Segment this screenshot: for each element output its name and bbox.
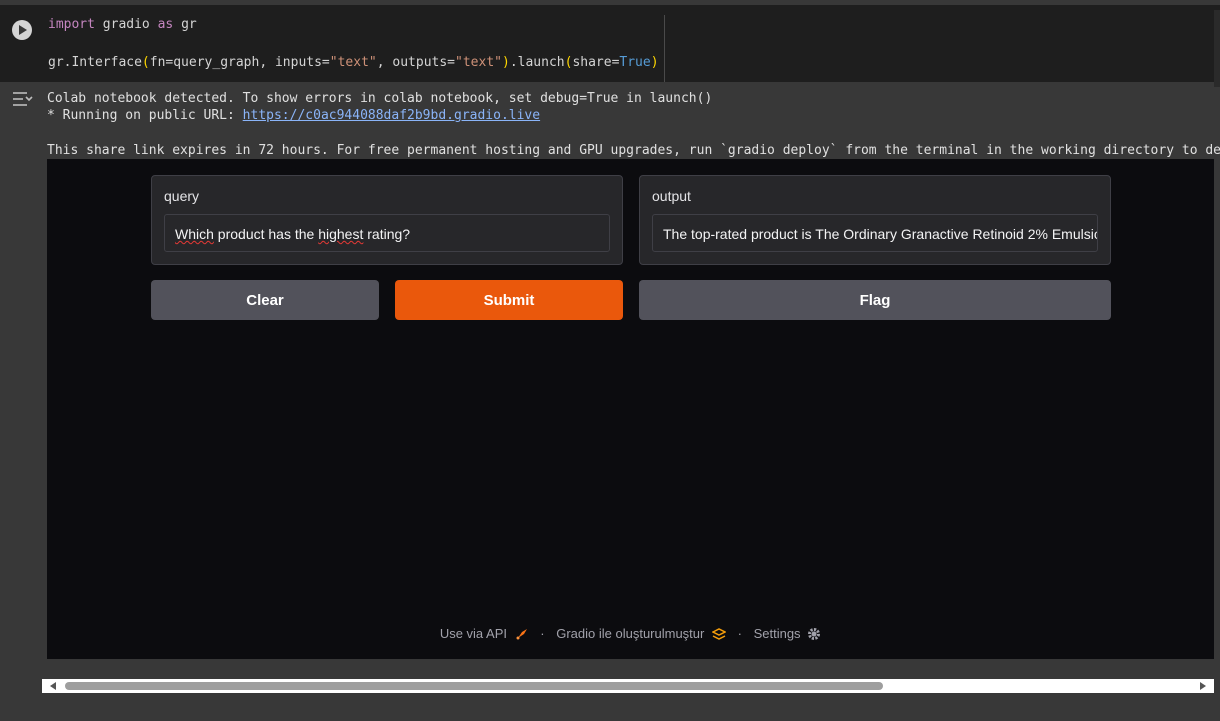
- scroll-right-icon[interactable]: [1200, 682, 1206, 690]
- output-toggle-icon[interactable]: [11, 89, 33, 109]
- boolean: True: [619, 55, 651, 70]
- keyword: as: [157, 17, 174, 32]
- output-text: * Running on public URL:: [47, 108, 243, 123]
- vertical-scrollbar[interactable]: [1214, 10, 1220, 87]
- output-line-1: Colab notebook detected. To show errors …: [47, 91, 713, 106]
- code-editor[interactable]: import gradio as gr gr.Interface(fn=quer…: [48, 15, 665, 82]
- horizontal-scrollbar[interactable]: [42, 679, 1214, 693]
- code-text: share=: [572, 55, 620, 70]
- query-text: Which: [175, 226, 214, 242]
- code-line-1: import gradio as gr: [48, 17, 197, 32]
- code-text: , outputs=: [376, 55, 456, 70]
- code-text: fn=query_graph, inputs=: [149, 55, 330, 70]
- code-text: gr: [173, 17, 197, 32]
- code-text: gr.Interface: [48, 55, 142, 70]
- clear-button[interactable]: Clear: [151, 280, 379, 320]
- output-line-2: * Running on public URL: https://c0ac944…: [47, 108, 540, 123]
- output-textbox[interactable]: The top-rated product is The Ordinary Gr…: [652, 214, 1098, 252]
- paren: ): [650, 55, 659, 70]
- flag-button[interactable]: Flag: [639, 280, 1111, 320]
- query-text: product has the: [213, 226, 319, 242]
- footer-separator: ·: [540, 626, 545, 642]
- footer-separator: ·: [737, 626, 742, 642]
- query-text: rating?: [363, 226, 411, 242]
- gradio-logo-icon: [711, 627, 727, 640]
- built-with-gradio-link[interactable]: Gradio ile oluşturulmuştur: [556, 626, 704, 641]
- submit-button[interactable]: Submit: [395, 280, 623, 320]
- run-cell-button[interactable]: [12, 20, 32, 40]
- output-block: output The top-rated product is The Ordi…: [639, 175, 1111, 265]
- query-block: query Which product has the highest rati…: [151, 175, 623, 265]
- query-text: highest: [318, 226, 364, 242]
- use-via-api-link[interactable]: Use via API: [440, 626, 507, 641]
- keyword: import: [48, 17, 95, 32]
- paren: ): [501, 55, 510, 70]
- code-cell: import gradio as gr gr.Interface(fn=quer…: [0, 5, 1220, 87]
- query-input[interactable]: Which product has the highest rating?: [164, 214, 610, 252]
- scroll-left-icon[interactable]: [50, 682, 56, 690]
- code-text: .launch: [509, 55, 565, 70]
- output-label: output: [652, 188, 691, 204]
- gradio-footer: Use via API · Gradio ile oluşturulmuştur…: [47, 625, 1214, 641]
- gradio-app: query Which product has the highest rati…: [47, 159, 1214, 659]
- string: "text": [455, 55, 502, 70]
- code-text: gradio: [94, 17, 158, 32]
- code-line-2: gr.Interface(fn=query_graph, inputs="tex…: [48, 55, 659, 70]
- paren: (: [141, 55, 150, 70]
- gear-icon: [808, 627, 821, 640]
- output-line-3: This share link expires in 72 hours. For…: [47, 143, 1220, 158]
- public-url-link[interactable]: https://c0ac944088daf2b9bd.gradio.live: [243, 108, 540, 123]
- rocket-icon: [516, 628, 527, 640]
- scroll-thumb[interactable]: [65, 682, 883, 690]
- string: "text": [329, 55, 377, 70]
- query-label: query: [164, 188, 200, 204]
- settings-link[interactable]: Settings: [754, 626, 801, 641]
